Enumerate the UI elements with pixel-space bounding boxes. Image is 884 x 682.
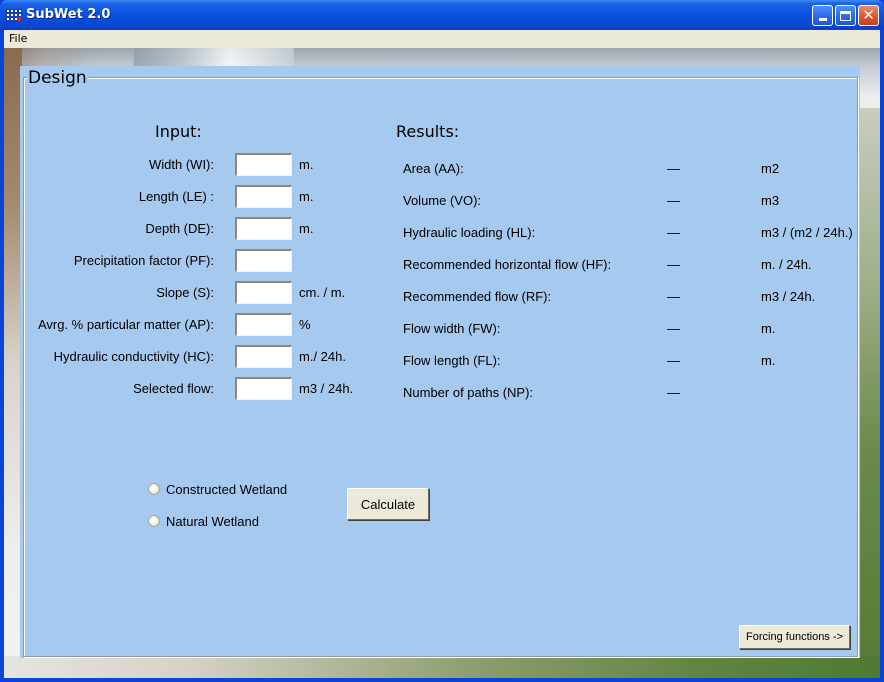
background-image-bottom	[4, 656, 880, 678]
result-label: Flow length (FL):	[403, 353, 501, 368]
result-value: —	[667, 161, 680, 176]
result-label: Recommended flow (RF):	[403, 289, 552, 304]
radio-label: Natural Wetland	[166, 513, 259, 529]
result-label: Hydraulic loading (HL):	[403, 225, 536, 240]
result-row-recommended-flow: Recommended flow (RF): — m3 / 24h.	[20, 289, 860, 309]
result-value: —	[667, 289, 680, 304]
close-icon: ✕	[862, 6, 875, 24]
design-panel: Design Input: Results: Width (WI): m. Le…	[20, 66, 860, 658]
title-bar[interactable]: SubWet 2.0 ✕	[0, 0, 884, 30]
results-heading: Results:	[396, 122, 460, 141]
maximize-button[interactable]	[835, 5, 856, 26]
result-value: —	[667, 353, 680, 368]
result-value: —	[667, 193, 680, 208]
result-row-number-of-paths: Number of paths (NP): —	[20, 385, 860, 405]
input-heading: Input:	[155, 122, 202, 141]
design-group-title: Design	[27, 68, 88, 88]
result-label: Number of paths (NP):	[403, 385, 534, 400]
radio-constructed-wetland[interactable]: Constructed Wetland	[148, 480, 287, 498]
window-title: SubWet 2.0	[26, 7, 111, 22]
result-label: Flow width (FW):	[403, 321, 501, 336]
result-value: —	[667, 225, 680, 240]
maximize-icon	[840, 10, 851, 21]
result-label: Volume (VO):	[403, 193, 482, 208]
close-button[interactable]: ✕	[858, 5, 879, 26]
result-unit: m. / 24h.	[761, 257, 812, 272]
client-area: Design Input: Results: Width (WI): m. Le…	[4, 48, 880, 678]
menu-file[interactable]: File	[9, 32, 27, 45]
result-unit: m.	[761, 321, 776, 336]
app-window: SubWet 2.0 ✕ File Design Input: Results:…	[0, 0, 884, 682]
result-value: —	[667, 385, 680, 400]
calculate-button[interactable]: Calculate	[347, 488, 429, 520]
result-unit: m3 / 24h.	[761, 289, 816, 304]
subwet-app-icon	[6, 9, 22, 21]
result-row-volume: Volume (VO): — m3	[20, 193, 860, 213]
result-row-hydraulic-loading: Hydraulic loading (HL): — m3 / (m2 / 24h…	[20, 225, 860, 245]
result-value: —	[667, 257, 680, 272]
minimize-icon	[818, 18, 827, 21]
result-row-area: Area (AA): — m2	[20, 161, 860, 181]
result-row-flow-width: Flow width (FW): — m.	[20, 321, 860, 341]
result-unit: m.	[761, 353, 776, 368]
menu-bar: File	[4, 30, 880, 48]
minimize-button[interactable]	[812, 5, 833, 26]
result-label: Recommended horizontal flow (HF):	[403, 257, 612, 272]
result-row-horizontal-flow: Recommended horizontal flow (HF): — m. /…	[20, 257, 860, 277]
background-image-house	[134, 48, 294, 66]
result-unit: m2	[761, 161, 780, 176]
radio-label: Constructed Wetland	[166, 481, 288, 497]
radio-button-icon[interactable]	[148, 483, 160, 495]
forcing-functions-button[interactable]: Forcing functions ->	[739, 625, 850, 649]
radio-button-icon[interactable]	[148, 515, 160, 527]
radio-natural-wetland[interactable]: Natural Wetland	[148, 512, 259, 530]
result-label: Area (AA):	[403, 161, 464, 176]
result-unit: m3 / (m2 / 24h.)	[761, 225, 853, 240]
result-value: —	[667, 321, 680, 336]
result-unit: m3	[761, 193, 780, 208]
result-row-flow-length: Flow length (FL): — m.	[20, 353, 860, 373]
